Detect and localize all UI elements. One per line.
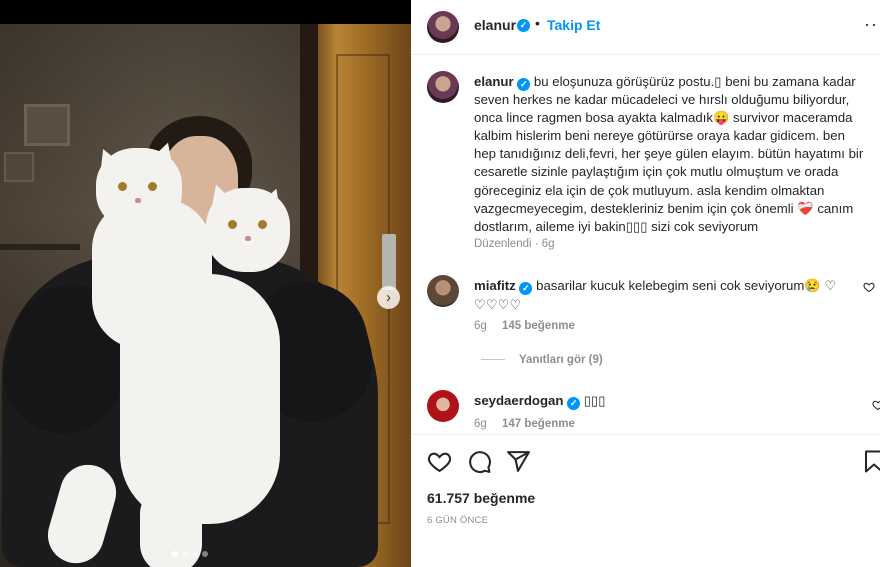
post-actions: 61.757 beğenme 6 GÜN ÖNCE	[411, 434, 880, 567]
post-details-panel: elanur ✓ • Takip Et ··· elanur ✓ bu eloş…	[411, 0, 880, 567]
carousel-next-button[interactable]: ›	[377, 286, 400, 309]
verified-badge-icon: ✓	[519, 282, 533, 295]
comment-text: ▯▯▯	[583, 393, 606, 408]
view-replies-button[interactable]: Yanıtları gör (9)	[481, 354, 603, 366]
post-header: elanur ✓ • Takip Et ···	[411, 0, 880, 55]
comment-meta: 6g 147 beğenme	[474, 418, 575, 430]
carousel-dot	[202, 551, 208, 557]
post-photo	[0, 24, 411, 567]
carousel-dot	[182, 551, 188, 557]
comment-time: 6g	[474, 418, 487, 430]
white-cat-head	[206, 188, 290, 272]
comment-username[interactable]: seydaerdogan	[474, 393, 563, 408]
header-separator: •	[535, 15, 540, 31]
post-media[interactable]: ›	[0, 0, 411, 567]
avatar[interactable]	[427, 11, 459, 43]
comment-meta: 6g 145 beğenme	[474, 320, 575, 332]
post-caption: elanur ✓ bu eloşunuza görüşürüz postu.▯ …	[474, 73, 869, 236]
more-options-icon[interactable]: ···	[864, 15, 880, 33]
avatar[interactable]	[427, 275, 459, 307]
white-cat-head	[96, 148, 182, 230]
likes-count[interactable]: 61.757 beğenme	[427, 490, 535, 506]
post-date[interactable]: 6 GÜN ÖNCE	[427, 515, 488, 526]
comment-icon[interactable]	[467, 449, 492, 474]
share-icon[interactable]	[506, 449, 531, 474]
avatar[interactable]	[427, 71, 459, 103]
author-username[interactable]: elanur	[474, 17, 516, 33]
avatar[interactable]	[427, 390, 459, 422]
verified-badge-icon: ✓	[517, 19, 530, 32]
bookmark-icon[interactable]	[863, 449, 880, 474]
heart-outline-icon[interactable]	[872, 399, 880, 414]
verified-badge-icon: ✓	[517, 78, 531, 91]
media-top-bar	[0, 0, 411, 24]
door-hinge	[382, 234, 396, 290]
heart-icon[interactable]	[427, 449, 452, 474]
caption-username[interactable]: elanur	[474, 74, 514, 89]
carousel-dot	[172, 551, 178, 557]
verified-badge-icon: ✓	[567, 397, 581, 410]
edited-timestamp: Düzenlendi · 6g	[474, 238, 555, 250]
comment-likes[interactable]: 145 beğenme	[502, 320, 575, 332]
wall-picture-frame	[24, 104, 70, 146]
heart-outline-icon[interactable]	[863, 281, 875, 296]
comment-time: 6g	[474, 320, 487, 332]
comment: seydaerdogan ✓ ▯▯▯	[474, 393, 606, 410]
comment-username[interactable]: miafitz	[474, 278, 516, 293]
follow-button[interactable]: Takip Et	[547, 17, 600, 33]
comment: miafitz ✓ basarilar kucuk kelebegim seni…	[474, 276, 869, 314]
wall-picture-frame-small	[4, 152, 34, 182]
comment-likes[interactable]: 147 beğenme	[502, 418, 575, 430]
carousel-dot	[192, 551, 198, 557]
carousel-dots	[172, 551, 208, 557]
caption-text: bu eloşunuza görüşürüz postu.▯ beni bu z…	[474, 74, 864, 234]
